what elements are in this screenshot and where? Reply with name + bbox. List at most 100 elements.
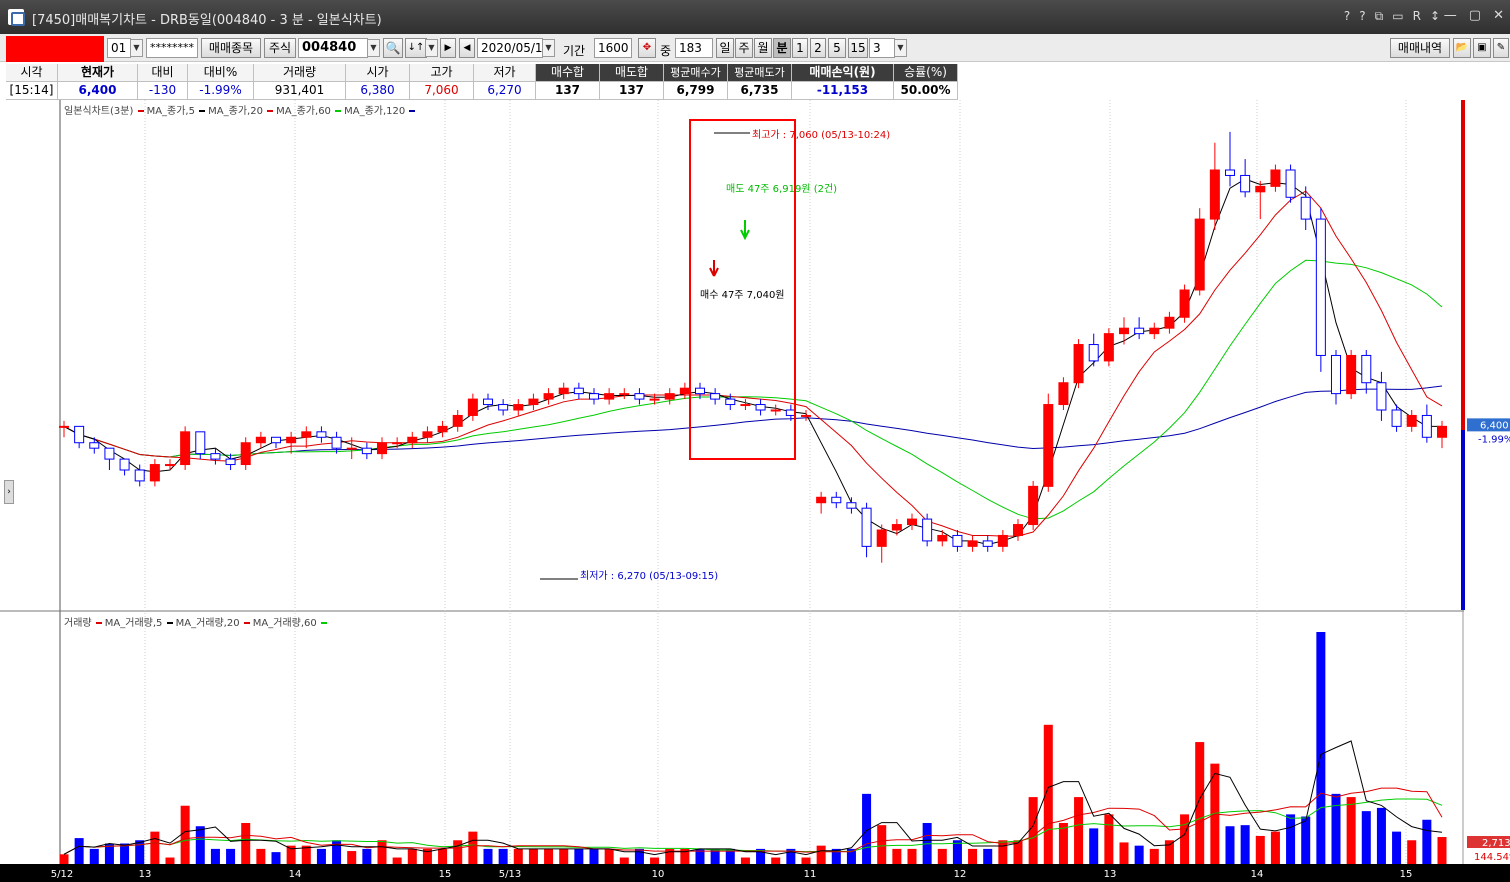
candle-body	[937, 534, 948, 542]
volume-bar	[195, 826, 205, 864]
period-input[interactable]: 1600	[594, 38, 632, 58]
candle-body	[846, 502, 857, 509]
header-change: 대비	[138, 64, 188, 82]
candle-body	[1421, 414, 1432, 438]
trade-history-button[interactable]: 매매내역	[1390, 38, 1450, 58]
volume-bar	[362, 848, 372, 864]
candle-body	[1118, 327, 1130, 335]
minimize-icon[interactable]: —	[1444, 8, 1457, 23]
candle-body	[346, 447, 357, 450]
save-icon[interactable]: ▣	[1473, 38, 1491, 58]
volume-bar	[1407, 840, 1417, 864]
volume-bar	[1346, 797, 1356, 864]
volume-bar	[1331, 793, 1341, 864]
chevron-down-icon[interactable]: ▼	[367, 39, 380, 57]
password-field[interactable]: ********	[146, 38, 198, 58]
buy-marker-label: 매수 47주 7,040원	[700, 289, 785, 301]
header-high: 고가	[410, 64, 474, 82]
value-pnl: -11,153	[792, 82, 894, 100]
copy-icon[interactable]: ⧉	[1375, 9, 1384, 24]
chevron-down-icon[interactable]: ▼	[425, 39, 438, 57]
candle-body	[710, 393, 721, 400]
value-low: 6,270	[474, 82, 536, 100]
layout-icon[interactable]: ▭	[1392, 9, 1403, 24]
volume-bar	[1058, 822, 1068, 864]
chart-area[interactable]: 5/12 13 14 15 5/13 10 11 12 13 14 15 최고가 : 7,060 (0…	[0, 100, 1510, 882]
close-icon[interactable]: ✕	[1493, 8, 1504, 23]
sort-icon[interactable]: ↓↑	[405, 38, 427, 58]
search-icon[interactable]: 🔍	[383, 38, 403, 58]
volume-bar	[377, 840, 387, 864]
month-button[interactable]: 월	[754, 38, 772, 58]
volume-bar	[256, 848, 266, 864]
candle-body	[997, 534, 1008, 547]
candle-body	[1073, 344, 1084, 384]
volume-bar	[241, 822, 251, 864]
minute-option-2[interactable]: 2	[810, 38, 826, 58]
day-button[interactable]: 일	[716, 38, 734, 58]
resize-icon[interactable]: ↕	[1430, 9, 1440, 24]
count-label: 중	[660, 44, 672, 58]
volume-bar	[392, 857, 402, 864]
maximize-icon[interactable]: ▢	[1469, 8, 1481, 23]
cross-arrows-icon[interactable]: ✥	[638, 38, 656, 58]
back-icon[interactable]: ◀	[459, 38, 475, 58]
market-button[interactable]: 주식	[264, 38, 296, 58]
date-input[interactable]: 2020/05/13	[477, 38, 543, 58]
candle-body	[422, 431, 433, 438]
candle-body	[922, 518, 933, 542]
volume-bar	[498, 848, 508, 864]
play-icon[interactable]: ▶	[440, 38, 456, 58]
candle-body	[392, 442, 403, 445]
help-icon[interactable]: ?	[1344, 9, 1350, 24]
candle-body	[301, 431, 312, 438]
volume-bar	[907, 848, 917, 864]
chevron-down-icon[interactable]: ▼	[130, 39, 143, 57]
minute-option-1[interactable]: 1	[792, 38, 808, 58]
refresh-icon[interactable]: R	[1413, 9, 1421, 24]
volume-bar	[801, 857, 811, 864]
value-win-rate: 50.00%	[894, 82, 958, 100]
volume-bar	[1361, 811, 1371, 864]
price-legend: 일본식차트(3분) MA_종가,5 MA_종가,20 MA_종가,60 MA_종…	[64, 102, 418, 117]
price-axis-up-bar	[1461, 100, 1465, 430]
volume-bar	[544, 848, 554, 864]
open-folder-icon[interactable]: 📂	[1453, 38, 1471, 58]
stock-code-input[interactable]: 004840	[298, 38, 368, 58]
volume-bar	[1225, 826, 1235, 864]
legend-ma5: MA_종가,5	[146, 106, 195, 117]
value-buy-total: 137	[536, 82, 600, 100]
minute-value-input[interactable]: 3	[869, 38, 895, 58]
account-code-select[interactable]: 01	[107, 38, 131, 58]
value-change-pct: -1.99%	[188, 82, 254, 100]
question-icon[interactable]: ?	[1359, 9, 1365, 24]
minute-button[interactable]: 분	[773, 38, 791, 58]
time-axis-strip	[0, 864, 1510, 882]
candle-body	[1406, 414, 1417, 427]
trade-item-button[interactable]: 매매종목	[201, 38, 261, 58]
candle-body	[270, 436, 282, 444]
side-expand-icon[interactable]: ›	[4, 480, 14, 504]
price-volume-chart[interactable]: 5/12 13 14 15 5/13 10 11 12 13 14 15 최고가 : 7,060 (0…	[0, 100, 1510, 882]
volume-bar	[1134, 845, 1144, 864]
candle-body	[876, 529, 887, 547]
volume-bar	[1376, 807, 1386, 864]
minute-option-15[interactable]: 15	[848, 38, 868, 58]
minute-option-5[interactable]: 5	[828, 38, 846, 58]
volume-bar	[1422, 819, 1432, 864]
value-sell-total: 137	[600, 82, 664, 100]
candle-body	[952, 534, 963, 547]
volume-bar	[816, 845, 826, 864]
volume-bar	[1437, 837, 1447, 864]
volume-bar	[1195, 742, 1205, 864]
volume-bar	[1149, 848, 1159, 864]
chevron-down-icon[interactable]: ▼	[542, 39, 555, 57]
count-input[interactable]: 183	[675, 38, 713, 58]
candle-body	[180, 431, 191, 466]
candle-body	[573, 387, 584, 395]
volume-bar	[1270, 831, 1280, 864]
week-button[interactable]: 주	[735, 38, 753, 58]
chevron-down-icon[interactable]: ▼	[894, 39, 907, 57]
settings-wrench-icon[interactable]: ✎	[1493, 38, 1509, 58]
volume-bar	[1089, 828, 1099, 864]
